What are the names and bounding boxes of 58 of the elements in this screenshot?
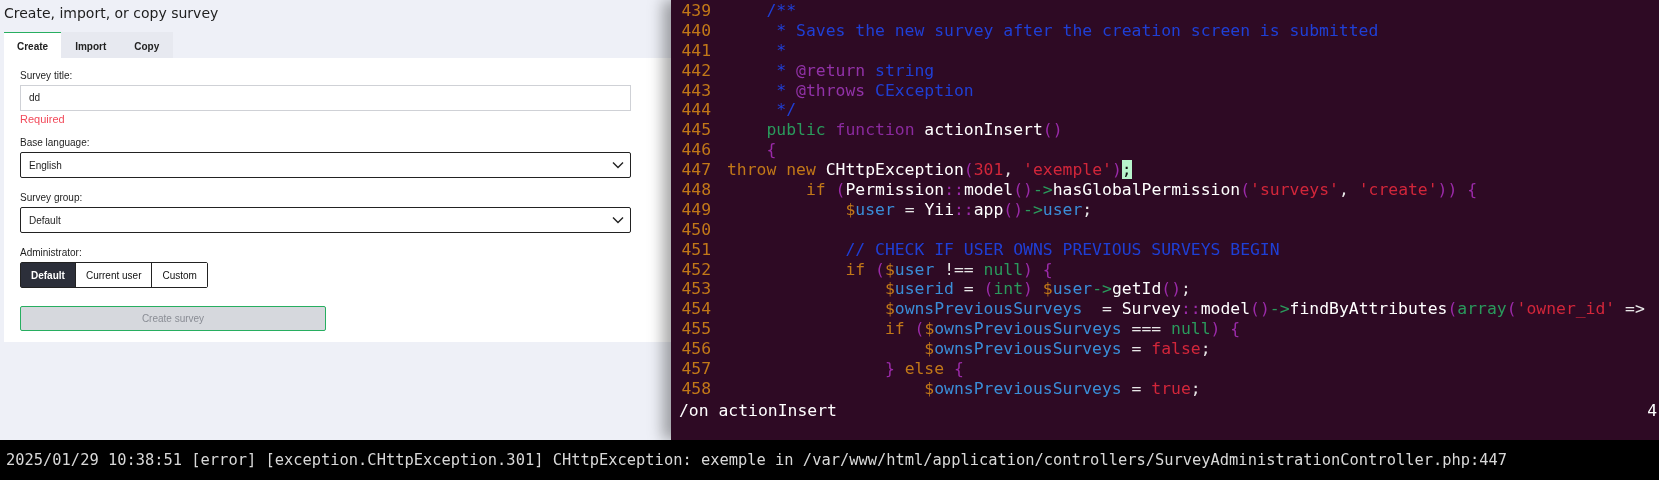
tab[interactable]: Import	[61, 32, 121, 58]
line-number: 445	[680, 120, 712, 141]
field-label: Survey title:	[20, 70, 74, 81]
code-line: } else {	[883, 359, 964, 379]
code-line: * @throws CException	[775, 80, 974, 101]
page-title: Create, import, or copy survey	[3, 4, 220, 23]
line-number: 442	[680, 60, 712, 81]
code-line: if (Permission::model()->hasGlobalPermission('surveys', 'create')) {	[804, 180, 1478, 200]
input-field[interactable]: dd	[20, 85, 631, 111]
code-line: $ownsPreviousSurveys = Survey::model()->findByAttributes(array('owner_id' =>	[883, 299, 1645, 320]
code-line: {	[765, 140, 777, 161]
code-line: public function actionInsert()	[765, 120, 1063, 141]
code-line: *	[775, 40, 787, 61]
log-line: 2025/01/29 10:38:51 [error] [exception.CHttpException.301] CHttpException: exemple in /var/www/html/application/controllers/SurveyAdministrationController.php:447	[6, 451, 1509, 469]
code-line: $ownsPreviousSurveys = false;	[923, 339, 1211, 360]
line-number: 454	[680, 299, 712, 320]
chevron-down-icon	[612, 216, 624, 224]
toggle-button[interactable]: Custom	[151, 263, 207, 287]
line-number: 450	[680, 219, 712, 240]
code-line: * @return string	[775, 60, 935, 81]
line-number: 449	[680, 199, 712, 220]
code-line: $userid = (int) $user->getId();	[883, 279, 1191, 300]
tab[interactable]: Copy	[120, 32, 174, 58]
line-number: 448	[680, 180, 712, 200]
cursor-position: 4	[1647, 400, 1657, 420]
error-message: Required	[20, 113, 66, 125]
code-line: /**	[765, 1, 797, 21]
field-label: Base language:	[20, 137, 91, 148]
code-line: $ownsPreviousSurveys = true;	[923, 378, 1201, 399]
line-number: 439	[680, 1, 712, 21]
select-field[interactable]: Default	[20, 207, 631, 233]
line-number: 441	[680, 40, 712, 61]
code-line: throw new CHttpException(301, 'exemple');	[727, 160, 1132, 180]
field-label: Survey group:	[20, 192, 84, 203]
line-number: 444	[680, 100, 712, 121]
line-number: 453	[680, 279, 712, 300]
code-line: */	[775, 100, 797, 121]
code-line: * Saves the new survey after the creation screen is submitted	[775, 20, 1379, 41]
code-line: if ($user !== null) {	[844, 259, 1053, 280]
line-number: 447	[680, 160, 712, 180]
line-number: 456	[680, 339, 712, 360]
line-number: 446	[680, 140, 712, 161]
line-number: 457	[680, 359, 712, 379]
line-number: 440	[680, 20, 712, 41]
toggle-button[interactable]: Default	[21, 263, 75, 287]
command-line: /on actionInsert	[679, 400, 837, 420]
tab[interactable]: Create	[4, 32, 62, 58]
line-number: 455	[680, 319, 712, 340]
code-line: $user = Yii::app()->user;	[844, 199, 1093, 220]
line-number: 452	[680, 259, 712, 280]
chevron-down-icon	[612, 161, 624, 169]
line-number: 443	[680, 80, 712, 101]
code-line: if ($ownsPreviousSurveys === null) {	[883, 319, 1241, 340]
select-field[interactable]: English	[20, 152, 631, 178]
code-line: // CHECK IF USER OWNS PREVIOUS SURVEYS BEGIN	[844, 239, 1280, 260]
line-number: 451	[680, 239, 712, 260]
line-number: 458	[680, 378, 712, 399]
field-label: Administrator:	[20, 247, 83, 258]
